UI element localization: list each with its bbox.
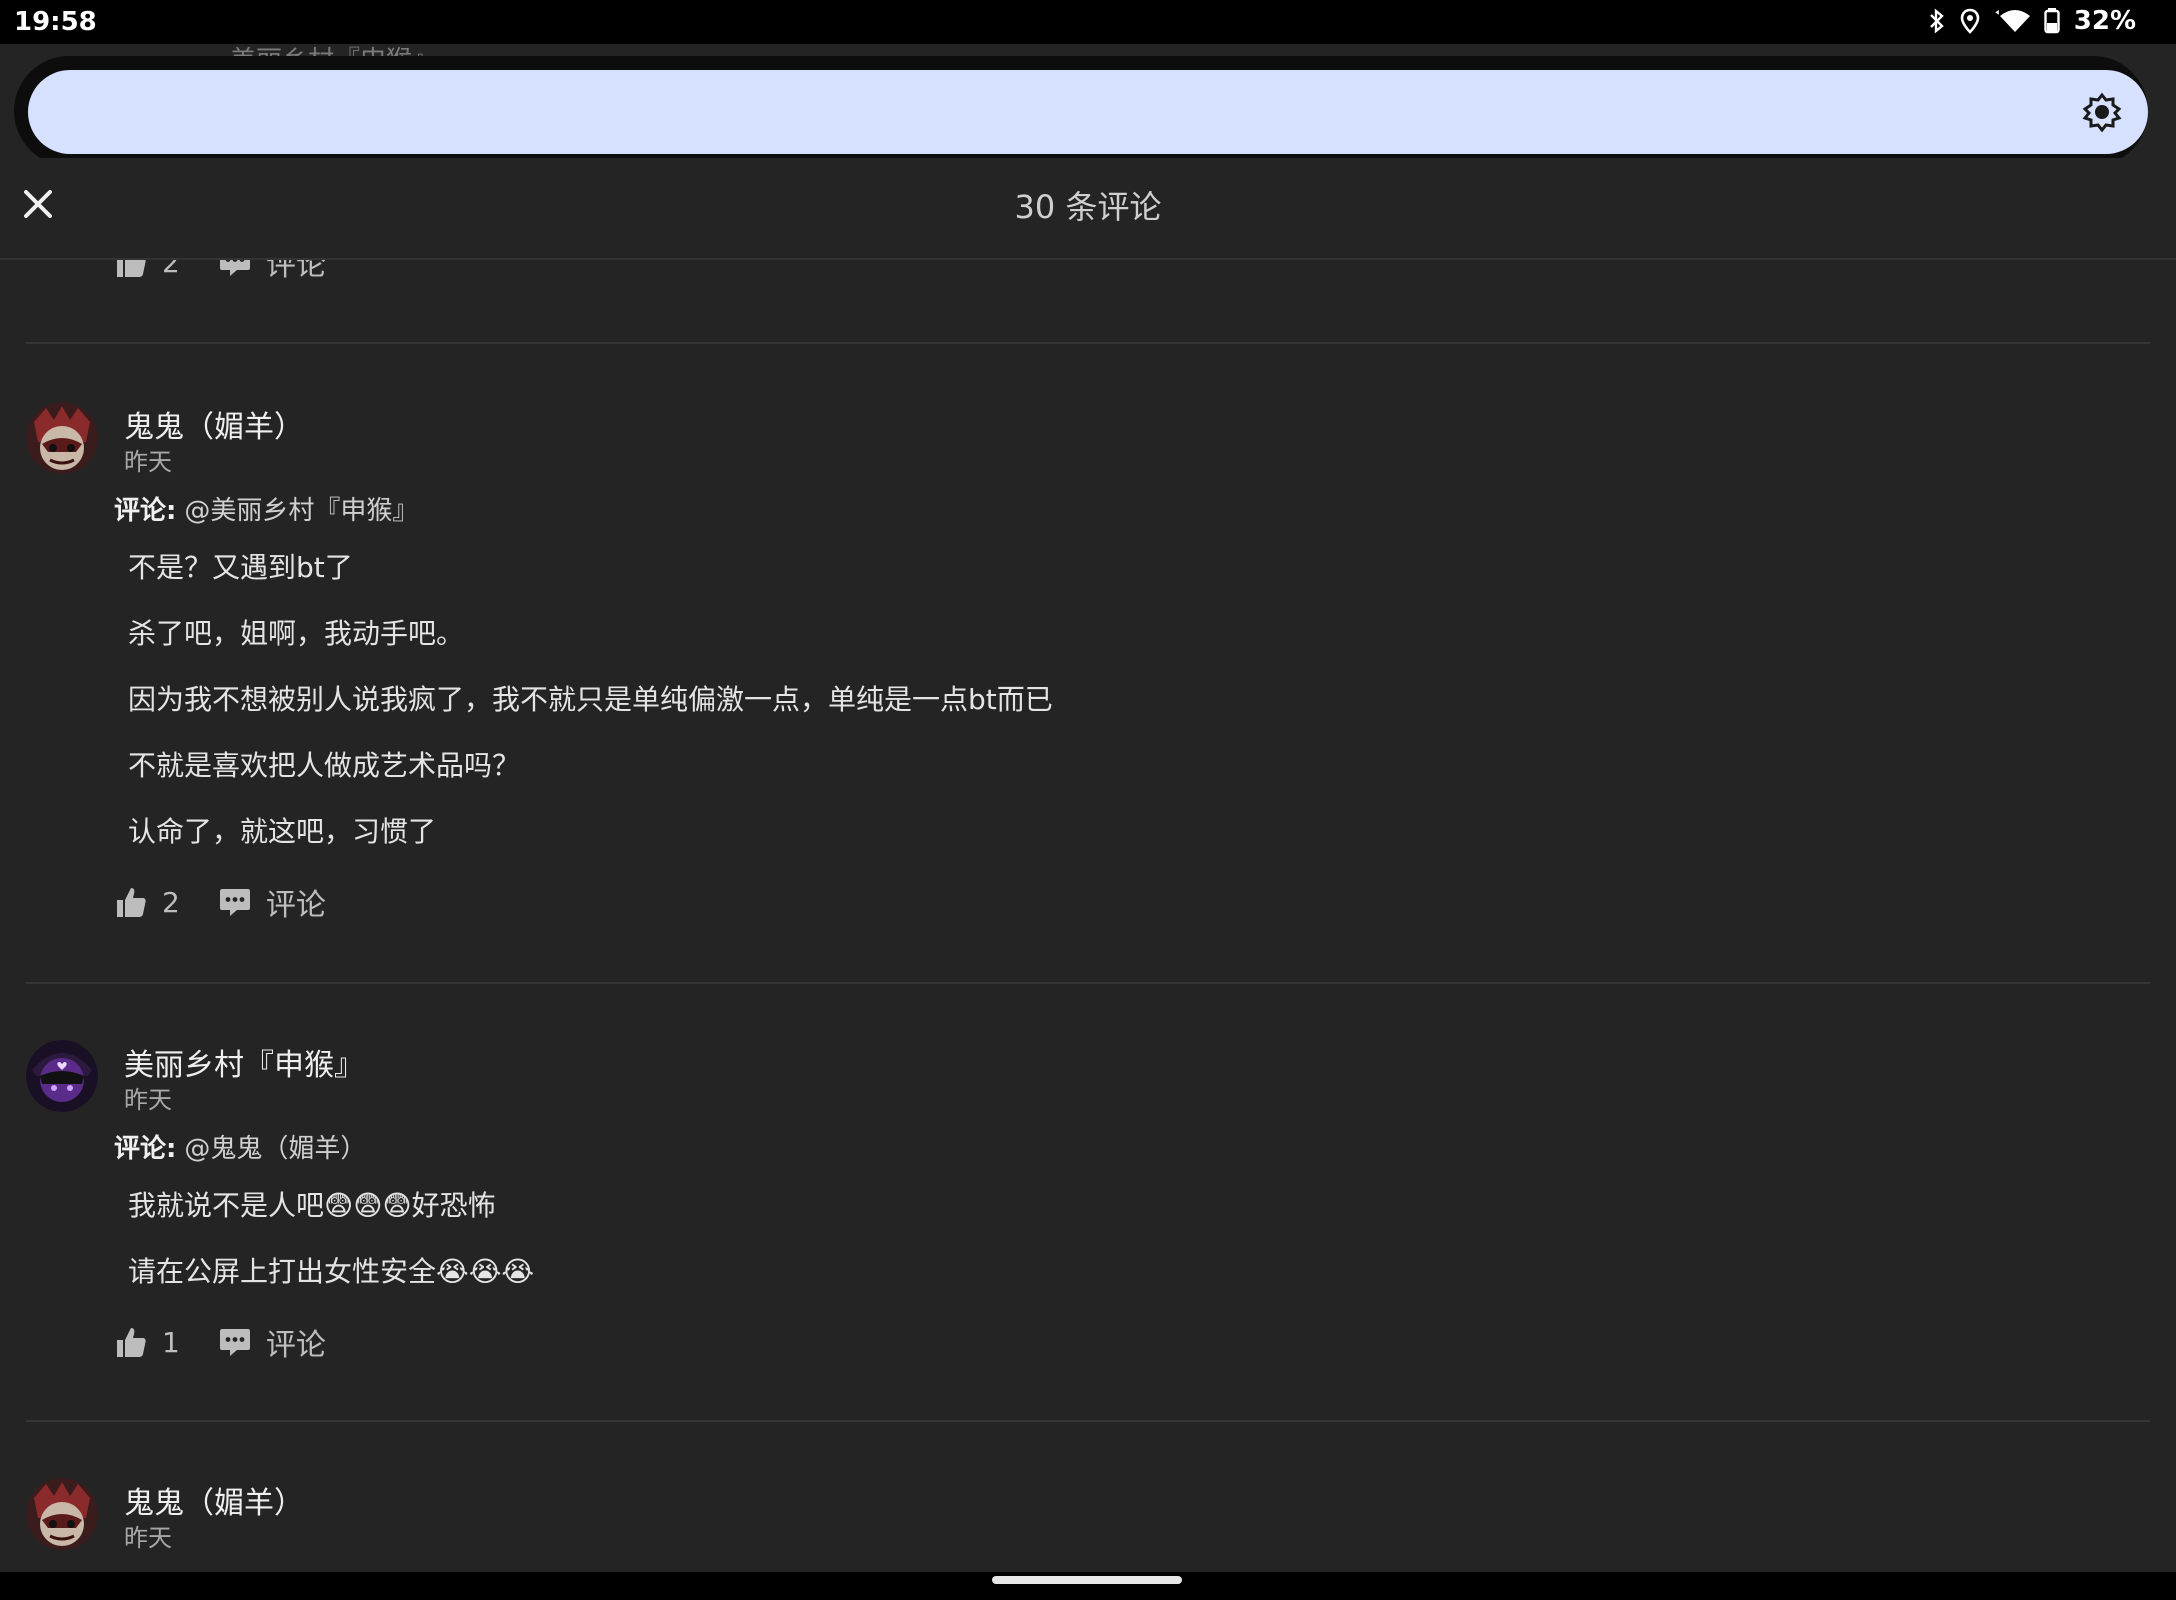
thumbs-up-icon[interactable] bbox=[114, 1325, 148, 1359]
status-bar: 19:58 32% bbox=[0, 0, 2176, 44]
reply-prefix: 评论: bbox=[114, 1134, 177, 1164]
sheet-title: 30 条评论 bbox=[1014, 188, 1162, 226]
divider bbox=[26, 1420, 2150, 1422]
reply-mention[interactable]: @美丽乡村『申猴』 bbox=[184, 496, 418, 526]
reply-target: 评论: @鬼鬼（媚羊） bbox=[114, 1128, 366, 1165]
comment-feed[interactable]: 2 评论 鬼鬼（媚羊） 昨天 评论: @美丽乡村『申猴』 不是？又遇到bt了 杀… bbox=[0, 260, 2176, 1572]
comment-author[interactable]: 鬼鬼（媚羊） bbox=[124, 402, 304, 446]
comment-line: 认命了，就这吧，习惯了 bbox=[128, 815, 437, 848]
divider bbox=[26, 982, 2150, 984]
battery-icon bbox=[2044, 8, 2060, 34]
navigation-bar bbox=[0, 1572, 2176, 1600]
sheet-header: 30 条评论 bbox=[0, 158, 2176, 260]
comment-line: 我就说不是人吧😨😨😨好恐怖 bbox=[128, 1189, 496, 1222]
status-icons: 32% bbox=[1928, 6, 2136, 36]
comment-body: 我就说不是人吧😨😨😨好恐怖 请在公屏上打出女性安全😭😭😭 bbox=[128, 1184, 534, 1316]
comment-action-label[interactable]: 评论 bbox=[266, 260, 326, 284]
bluetooth-icon bbox=[1929, 8, 1944, 34]
comment-time: 昨天 bbox=[124, 448, 172, 476]
comment-bubble-icon[interactable] bbox=[218, 260, 252, 279]
comment-line: 不就是喜欢把人做成艺术品吗？ bbox=[128, 749, 521, 782]
brightness-settings-icon[interactable] bbox=[2082, 92, 2122, 132]
status-time: 19:58 bbox=[14, 7, 97, 37]
wifi-icon bbox=[1994, 10, 2030, 32]
comment-action-label[interactable]: 评论 bbox=[266, 1320, 326, 1364]
comment-actions: 2 评论 bbox=[114, 260, 326, 284]
thumbs-up-icon[interactable] bbox=[114, 885, 148, 919]
avatar[interactable] bbox=[26, 1040, 98, 1112]
search-bar-container bbox=[14, 56, 2148, 166]
comment-bubble-icon[interactable] bbox=[218, 885, 252, 919]
reply-target: 评论: @美丽乡村『申猴』 bbox=[114, 490, 418, 527]
like-count: 2 bbox=[162, 885, 180, 919]
divider bbox=[26, 342, 2150, 344]
reply-mention[interactable]: @鬼鬼（媚羊） bbox=[184, 1134, 366, 1164]
comment-author[interactable]: 美丽乡村『申猴』 bbox=[124, 1040, 364, 1084]
comment-body: 不是？又遇到bt了 杀了吧，姐啊，我动手吧。 因为我不想被别人说我疯了，我不就只… bbox=[128, 546, 1053, 876]
comment-time: 昨天 bbox=[124, 1524, 172, 1552]
location-icon bbox=[1960, 8, 1980, 34]
comment-line: 请在公屏上打出女性安全😭😭😭 bbox=[128, 1255, 535, 1288]
reply-prefix: 评论: bbox=[114, 496, 177, 526]
like-count: 2 bbox=[162, 260, 180, 279]
battery-level: 32% bbox=[2073, 6, 2136, 36]
comment-line: 不是？又遇到bt了 bbox=[128, 551, 353, 584]
comment-actions: 1 评论 bbox=[114, 1320, 326, 1364]
comment-author[interactable]: 鬼鬼（媚羊） bbox=[124, 1478, 304, 1522]
comments-sheet: 30 条评论 2 评论 鬼鬼（媚羊） 昨天 评论: @美丽乡村『申猴』 不是？又… bbox=[0, 158, 2176, 1572]
search-bar[interactable] bbox=[28, 70, 2148, 154]
comment-time: 昨天 bbox=[124, 1086, 172, 1114]
home-indicator[interactable] bbox=[992, 1576, 1182, 1584]
comment-action-label[interactable]: 评论 bbox=[266, 880, 326, 924]
avatar[interactable] bbox=[26, 402, 98, 474]
comment-actions: 2 评论 bbox=[114, 880, 326, 924]
like-count: 1 bbox=[162, 1325, 180, 1359]
comment-bubble-icon[interactable] bbox=[218, 1325, 252, 1359]
comment-line: 杀了吧，姐啊，我动手吧。 bbox=[128, 617, 465, 650]
avatar[interactable] bbox=[26, 1478, 98, 1550]
thumbs-up-icon[interactable] bbox=[114, 260, 148, 279]
comment-line: 因为我不想被别人说我疯了，我不就只是单纯偏激一点，单纯是一点bt而已 bbox=[128, 683, 1053, 716]
